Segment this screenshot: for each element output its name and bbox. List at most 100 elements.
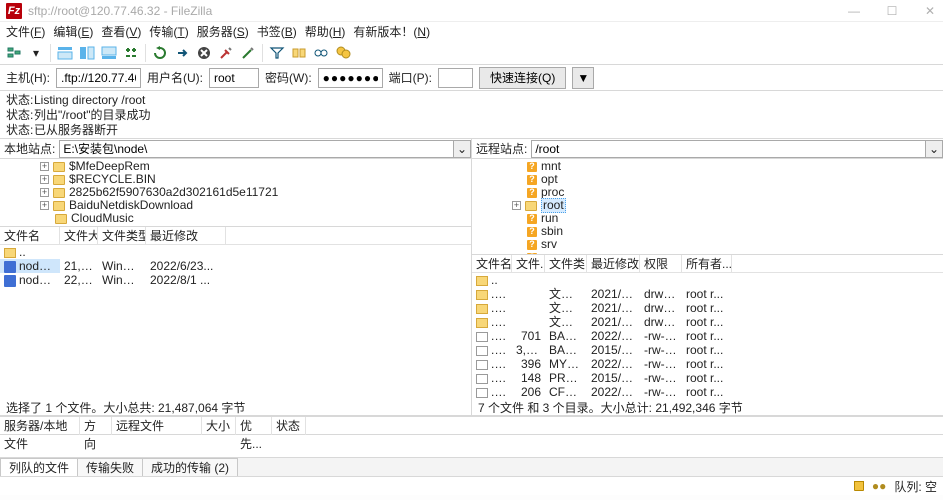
- reconnect-icon[interactable]: [238, 43, 258, 63]
- main-split: 本地站点: ⌄ +$MfeDeepRem+$RECYCLE.BIN+2825b6…: [0, 139, 943, 417]
- local-site-label: 本地站点:: [0, 140, 59, 157]
- remote-path-input[interactable]: [531, 140, 926, 158]
- toolbar: ▾: [0, 41, 943, 65]
- queue-tabs: 列队的文件传输失败成功的传输 (2): [0, 457, 943, 477]
- queue-column[interactable]: 大小: [202, 417, 236, 435]
- remote-pane: 远程站点: ⌄ ?mnt?opt?proc+root?run?sbin?srv?…: [472, 139, 943, 416]
- local-pane: 本地站点: ⌄ +$MfeDeepRem+$RECYCLE.BIN+2825b6…: [0, 139, 472, 416]
- user-input[interactable]: [209, 68, 259, 88]
- queue-body[interactable]: [0, 435, 943, 457]
- file-row[interactable]: .ssh文件夹2021/10...drwx-...root r...: [472, 315, 943, 329]
- file-row[interactable]: .bas...3,106BASH...2015/10...-rw-r-...ro…: [472, 343, 943, 357]
- lock-icon: [854, 481, 864, 491]
- message-log[interactable]: 状态:Listing directory /root状态:列出"/root"的目…: [0, 91, 943, 139]
- file-row[interactable]: ..: [0, 245, 471, 259]
- maximize-button[interactable]: ☐: [885, 4, 899, 18]
- menu-b[interactable]: 书签(B): [257, 23, 297, 40]
- close-button[interactable]: ✕: [923, 4, 937, 18]
- app-icon: Fz: [6, 3, 22, 19]
- menubar: 文件(F) 编辑(E) 查看(V) 传输(T) 服务器(S) 书签(B) 帮助(H) 有新版本…: [0, 22, 943, 41]
- remote-path-dropdown[interactable]: ⌄: [926, 140, 943, 158]
- directory-compare-icon[interactable]: [289, 43, 309, 63]
- toggle-logview-icon[interactable]: [55, 43, 75, 63]
- log-line: 状态:Listing directory /root: [6, 93, 937, 108]
- column-header[interactable]: 文件名: [472, 255, 512, 273]
- port-input[interactable]: [438, 68, 473, 88]
- quickconnect-button[interactable]: 快速连接(Q): [479, 67, 566, 89]
- queue-column[interactable]: 方向: [80, 417, 112, 435]
- column-header[interactable]: 所有者...: [682, 255, 732, 273]
- file-row[interactable]: node-v1...21,48...WinRAR ...2022/6/23...: [0, 259, 471, 273]
- queue-column[interactable]: 优先...: [236, 417, 272, 435]
- queue-column[interactable]: 服务器/本地文件: [0, 417, 80, 435]
- toggle-dir-tree-icon[interactable]: [77, 43, 97, 63]
- local-status: 选择了 1 个文件。大小总共: 21,487,064 字节: [0, 400, 471, 416]
- file-row[interactable]: .py...206CFG ...2022/7/...-rw-r-...root …: [472, 385, 943, 399]
- remote-status: 7 个文件 和 3 个目录。大小总计: 21,492,346 字节: [472, 400, 943, 416]
- file-row[interactable]: ..: [472, 273, 943, 287]
- pass-input[interactable]: [318, 68, 383, 88]
- queue-indicator-icon: ●●: [872, 479, 887, 493]
- site-manager-icon[interactable]: [4, 43, 24, 63]
- log-line: 状态:已从服务器断开: [6, 123, 937, 138]
- file-row[interactable]: node-v1...22,05...WinRAR ...2022/8/1 ...: [0, 273, 471, 287]
- column-header[interactable]: 文件类型: [98, 227, 146, 245]
- local-filelist[interactable]: 文件名文件大...文件类型最近修改 ..node-v1...21,48...Wi…: [0, 227, 471, 400]
- local-filelist-header[interactable]: 文件名文件大...文件类型最近修改: [0, 227, 471, 245]
- minimize-button[interactable]: —: [847, 4, 861, 18]
- file-row[interactable]: .pip文件夹2021/10...drwxr...root r...: [472, 301, 943, 315]
- file-row[interactable]: .cac...文件夹2021/10...drwx-...root r...: [472, 287, 943, 301]
- refresh-icon[interactable]: [150, 43, 170, 63]
- menu-t[interactable]: 传输(T): [149, 23, 188, 40]
- find-files-icon[interactable]: [333, 43, 353, 63]
- process-queue-icon[interactable]: [172, 43, 192, 63]
- log-line: 状态:列出"/root"的目录成功: [6, 108, 937, 123]
- quickconnect-dropdown[interactable]: ▼: [572, 67, 594, 89]
- remote-filelist[interactable]: 文件名文件...文件类...最近修改权限所有者... ...cac...文件夹2…: [472, 255, 943, 400]
- toggle-queue-icon[interactable]: [99, 43, 119, 63]
- menu-f[interactable]: 文件(F): [6, 23, 45, 40]
- column-header[interactable]: 最近修改: [146, 227, 226, 245]
- window-title: sftp://root@120.77.46.32 - FileZilla: [28, 4, 847, 18]
- refresh-both-icon[interactable]: [121, 43, 141, 63]
- disconnect-icon[interactable]: [216, 43, 236, 63]
- queue-header[interactable]: 服务器/本地文件方向远程文件大小优先...状态: [0, 417, 943, 435]
- queue-tab[interactable]: 列队的文件: [0, 458, 78, 476]
- local-tree[interactable]: +$MfeDeepRem+$RECYCLE.BIN+2825b62f590763…: [0, 159, 471, 227]
- quickconnect-bar: 主机(H): 用户名(U): 密码(W): 端口(P): 快速连接(Q) ▼: [0, 65, 943, 91]
- statusbar: ●● 队列: 空: [0, 477, 943, 495]
- queue-column[interactable]: 状态: [272, 417, 306, 435]
- toolbar-dropdown-icon[interactable]: ▾: [26, 43, 46, 63]
- remote-tree[interactable]: ?mnt?opt?proc+root?run?sbin?srv?sys: [472, 159, 943, 255]
- file-row[interactable]: .my...396MYSQ...2022/8/...-rw---...root …: [472, 357, 943, 371]
- remote-site-label: 远程站点:: [472, 140, 531, 157]
- titlebar: Fz sftp://root@120.77.46.32 - FileZilla …: [0, 0, 943, 22]
- file-row[interactable]: .bas...701BASH_...2022/8/...-rw---...roo…: [472, 329, 943, 343]
- local-path-input[interactable]: [59, 140, 454, 158]
- remote-filelist-header[interactable]: 文件名文件...文件类...最近修改权限所有者...: [472, 255, 943, 273]
- menu-e[interactable]: 编辑(E): [53, 23, 93, 40]
- host-input[interactable]: [56, 68, 141, 88]
- cancel-icon[interactable]: [194, 43, 214, 63]
- menu-n[interactable]: 有新版本！(N): [353, 23, 430, 40]
- column-header[interactable]: 文件大...: [60, 227, 98, 245]
- menu-h[interactable]: 帮助(H): [305, 23, 346, 40]
- port-label: 端口(P):: [389, 69, 432, 86]
- queue-status-label: 队列: 空: [894, 478, 937, 495]
- column-header[interactable]: 文件名: [0, 227, 60, 245]
- column-header[interactable]: 最近修改: [587, 255, 640, 273]
- queue-column[interactable]: 远程文件: [112, 417, 202, 435]
- column-header[interactable]: 权限: [640, 255, 682, 273]
- menu-v[interactable]: 查看(V): [101, 23, 141, 40]
- pass-label: 密码(W):: [265, 69, 312, 86]
- column-header[interactable]: 文件...: [512, 255, 545, 273]
- column-header[interactable]: 文件类...: [545, 255, 587, 273]
- file-row[interactable]: .pro...148PROFI...2015/8/...-rw-r-...roo…: [472, 371, 943, 385]
- menu-s[interactable]: 服务器(S): [197, 23, 249, 40]
- filter-icon[interactable]: [267, 43, 287, 63]
- queue-tab[interactable]: 成功的传输 (2): [142, 458, 238, 476]
- remote-site-row: 远程站点: ⌄: [472, 139, 943, 159]
- queue-tab[interactable]: 传输失败: [77, 458, 143, 476]
- local-path-dropdown[interactable]: ⌄: [454, 140, 471, 158]
- synced-browsing-icon[interactable]: [311, 43, 331, 63]
